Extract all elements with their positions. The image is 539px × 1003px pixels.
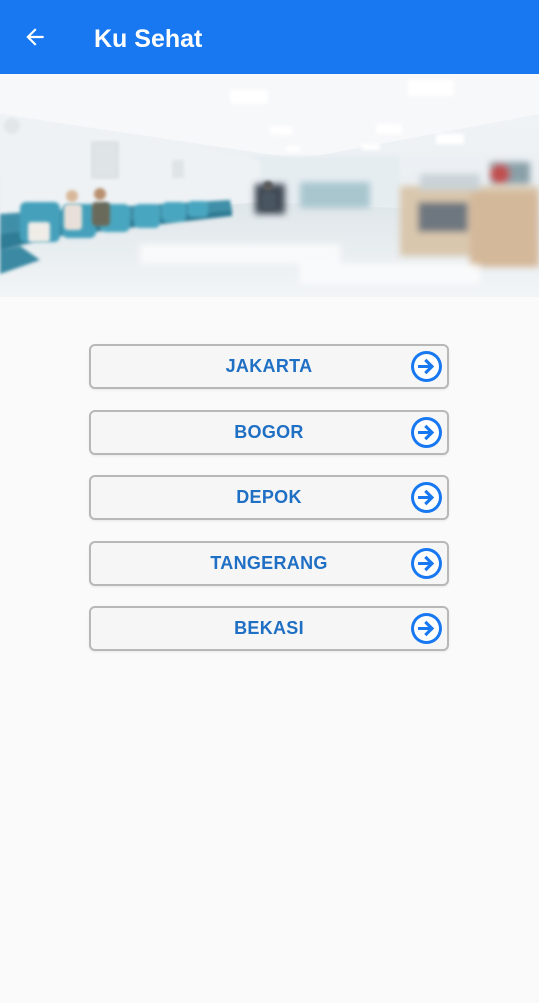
city-list: JAKARTA BOGOR DEPOK TANGERANG BEKASI (89, 344, 449, 672)
arrow-left-icon (26, 28, 44, 46)
arrow-right-circle-icon (411, 547, 442, 579)
city-button-jakarta[interactable]: JAKARTA (89, 344, 449, 389)
city-button-bogor[interactable]: BOGOR (89, 409, 449, 455)
arrow-right-circle-icon (411, 416, 442, 448)
city-label: DEPOK (236, 487, 302, 507)
back-button[interactable] (20, 22, 50, 52)
city-label: JAKARTA (225, 356, 313, 376)
city-button-depok[interactable]: DEPOK (89, 475, 449, 520)
app-bar: Ku Sehat (0, 0, 539, 74)
city-button-tangerang[interactable]: TANGERANG (89, 540, 449, 586)
arrow-right-circle-icon (411, 482, 442, 513)
arrow-right-circle-icon (411, 351, 442, 382)
page-title: Ku Sehat (94, 25, 203, 53)
city-button-bekasi[interactable]: BEKASI (89, 606, 449, 651)
hero-image (0, 74, 539, 297)
city-label: TANGERANG (210, 552, 328, 573)
city-label: BOGOR (234, 421, 304, 442)
app-screen: Ku Sehat JAKARTA BOGOR DEPOK TANGERANG B… (0, 0, 539, 1003)
arrow-right-circle-icon (411, 613, 442, 644)
hospital-lobby-illustration (0, 74, 539, 297)
city-label: BEKASI (234, 618, 304, 638)
